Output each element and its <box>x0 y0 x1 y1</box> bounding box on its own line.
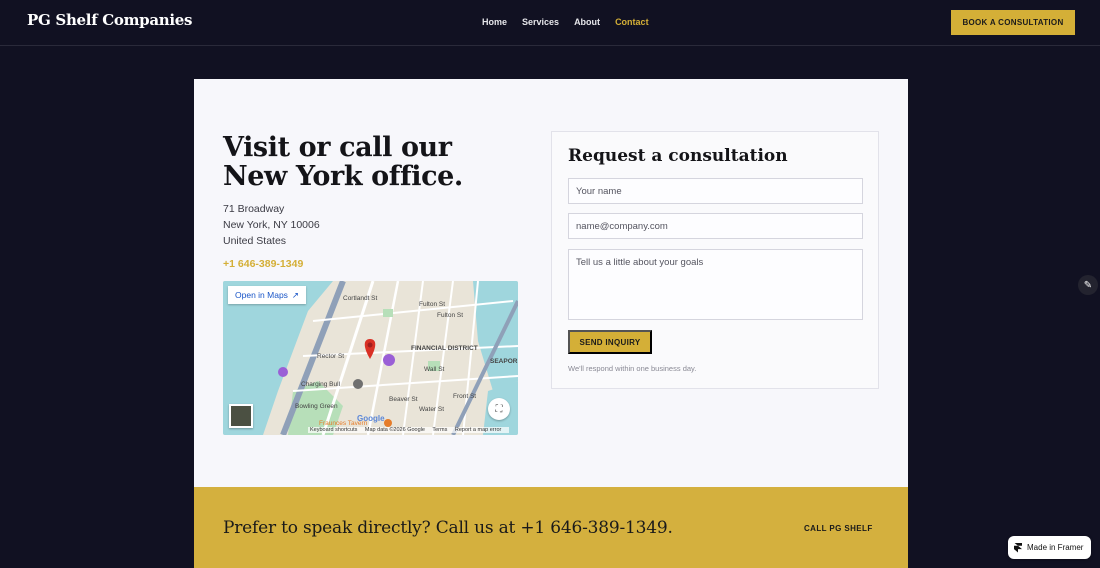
contact-card: Visit or call our New York office. 71 Br… <box>194 79 908 488</box>
main-nav: Home Services About Contact <box>482 17 664 27</box>
map-footer: Keyboard shortcuts Map data ©2026 Google… <box>308 427 510 433</box>
book-consultation-button[interactable]: BOOK A CONSULTATION <box>951 10 1075 35</box>
name-field[interactable]: Your name <box>568 178 863 204</box>
address-line: New York, NY 10006 <box>223 219 320 231</box>
nav-home[interactable]: Home <box>482 17 507 27</box>
terms-link[interactable]: Terms <box>432 427 447 433</box>
map-label: Wall St <box>424 366 445 373</box>
map-label: Beaver St <box>389 396 418 403</box>
map-label: Fulton St <box>419 301 446 308</box>
fullscreen-icon[interactable]: ⛶ <box>488 398 510 420</box>
message-field[interactable]: Tell us a little about your goals <box>568 249 863 320</box>
send-inquiry-button[interactable]: SEND INQUIRY <box>568 330 652 354</box>
brand-logo[interactable]: PG Shelf Companies <box>27 11 192 29</box>
call-pg-shelf-link[interactable]: CALL PG SHELF <box>804 524 873 533</box>
map-label: Front St <box>453 393 477 400</box>
address-line: United States <box>223 235 287 247</box>
external-link-icon: ↗ <box>291 289 300 300</box>
map-label: Cortlandt St <box>343 295 378 302</box>
framer-badge-label: Made in Framer <box>1027 543 1084 552</box>
email-field[interactable]: name@company.com <box>568 213 863 239</box>
office-address: 71 Broadway New York, NY 10006 United St… <box>223 201 320 249</box>
consultation-form: Request a consultation Your name name@co… <box>551 131 879 389</box>
edit-icon[interactable]: ✎ <box>1078 275 1098 295</box>
response-note: We'll respond within one business day. <box>568 364 697 373</box>
satellite-toggle[interactable] <box>229 404 253 428</box>
map-canvas <box>223 281 518 435</box>
keyboard-shortcuts-link[interactable]: Keyboard shortcuts <box>310 427 357 433</box>
nav-services[interactable]: Services <box>522 17 559 27</box>
map-label: Charging Bull <box>301 381 341 388</box>
call-band: Prefer to speak directly? Call us at +1 … <box>194 487 908 568</box>
map-label: Bowling Green <box>295 403 338 410</box>
map-label: FINANCIAL DISTRICT <box>411 345 478 352</box>
phone-link[interactable]: +1 646-389-1349 <box>223 258 303 270</box>
map-data-text: Map data ©2026 Google <box>364 427 425 433</box>
page-title: Visit or call our New York office. <box>223 132 463 192</box>
report-error-link[interactable]: Report a map error <box>455 427 501 433</box>
office-map[interactable]: Cortlandt St Fulton St Fulton St Rector … <box>223 281 518 435</box>
open-in-maps-button[interactable]: Open in Maps ↗ <box>228 286 307 304</box>
made-in-framer-badge[interactable]: Made in Framer <box>1008 536 1091 559</box>
map-label: Rector St <box>317 353 345 360</box>
map-label: Water St <box>419 406 445 413</box>
nav-about[interactable]: About <box>574 17 600 27</box>
form-title: Request a consultation <box>568 146 788 166</box>
map-label: SEAPOR <box>490 358 518 365</box>
map-label: Fulton St <box>437 312 464 319</box>
address-line: 71 Broadway <box>223 203 285 215</box>
open-in-maps-label: Open in Maps <box>235 290 288 300</box>
google-logo: Google <box>357 414 385 423</box>
nav-contact[interactable]: Contact <box>615 17 649 27</box>
site-header: PG Shelf Companies Home Services About C… <box>0 0 1100 46</box>
framer-logo-icon <box>1014 542 1022 553</box>
call-band-text: Prefer to speak directly? Call us at +1 … <box>223 518 673 538</box>
